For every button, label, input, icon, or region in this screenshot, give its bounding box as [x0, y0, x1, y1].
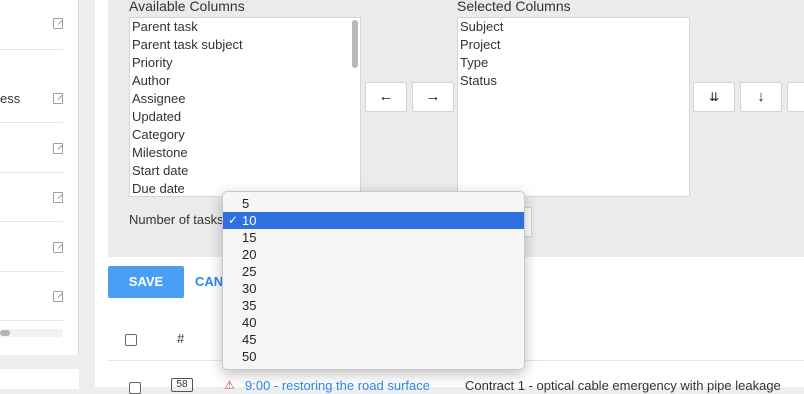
dropdown-option[interactable]: 45 [223, 331, 524, 348]
left-row [0, 123, 63, 173]
move-right-button[interactable]: → [412, 82, 454, 112]
more-order-button[interactable] [787, 82, 804, 112]
dropdown-option[interactable]: 30 [223, 280, 524, 297]
dropdown-option-label: 45 [242, 332, 257, 347]
column-option[interactable]: Start date [130, 162, 360, 180]
column-option[interactable]: Assignee [130, 90, 360, 108]
left-row-label: ess [0, 91, 21, 106]
warning-icon: ⚠ [224, 378, 235, 392]
column-option[interactable]: Parent task [130, 18, 360, 36]
dropdown-option[interactable]: 5 [223, 195, 524, 212]
dropdown-option-label: 40 [242, 315, 257, 330]
save-button[interactable]: SAVE [108, 266, 184, 298]
edit-icon[interactable] [53, 18, 63, 29]
select-all-checkbox[interactable] [125, 334, 137, 346]
row-checkbox[interactable] [129, 382, 141, 394]
column-option[interactable]: Project [458, 36, 689, 54]
dropdown-option[interactable]: 35 [223, 297, 524, 314]
row-number-badge: 58 [171, 378, 193, 392]
dropdown-option[interactable]: 50 [223, 348, 524, 365]
left-lower-card [0, 369, 79, 389]
dropdown-option-label: 50 [242, 349, 257, 364]
task-description: Contract 1 - optical cable emergency wit… [465, 378, 781, 393]
column-option[interactable]: Status [458, 72, 689, 90]
dropdown-option[interactable]: 20 [223, 246, 524, 263]
number-of-tasks-label: Number of tasks [129, 212, 224, 227]
move-down-button[interactable]: ↓ [740, 82, 782, 112]
move-to-bottom-button[interactable]: ⇊ [693, 82, 735, 112]
dropdown-option-label: 25 [242, 264, 257, 279]
move-left-button[interactable]: ← [365, 82, 407, 112]
list-scrollbar[interactable] [352, 20, 358, 68]
dropdown-option-label: 35 [242, 298, 257, 313]
column-option[interactable]: Type [458, 54, 689, 72]
left-sidebar-card: ess [0, 0, 79, 355]
edit-icon[interactable] [53, 192, 63, 203]
number-of-tasks-dropdown[interactable]: 5 ✓ 10 15 20 25 30 35 40 45 50 [222, 191, 525, 370]
dropdown-option-label: 10 [242, 213, 257, 228]
selected-columns-list[interactable]: Subject Project Type Status [457, 17, 690, 197]
dropdown-option-label: 15 [242, 230, 257, 245]
left-row [0, 222, 63, 272]
left-row [0, 172, 63, 222]
column-option[interactable]: Priority [130, 54, 360, 72]
column-option[interactable]: Category [130, 126, 360, 144]
dropdown-option-label: 30 [242, 281, 257, 296]
edit-icon[interactable] [53, 93, 63, 104]
dropdown-option[interactable]: 15 [223, 229, 524, 246]
dropdown-option[interactable]: 40 [223, 314, 524, 331]
column-option[interactable]: Author [130, 72, 360, 90]
dropdown-option[interactable]: 25 [223, 263, 524, 280]
edit-icon[interactable] [53, 291, 63, 302]
dropdown-option-label: 5 [242, 196, 250, 211]
dropdown-option[interactable]: ✓ 10 [223, 212, 524, 229]
available-columns-list[interactable]: Parent task Parent task subject Priority Au… [129, 17, 361, 197]
column-option[interactable]: Milestone [130, 144, 360, 162]
horizontal-scrollbar[interactable] [0, 329, 63, 337]
checkmark-icon: ✓ [228, 213, 239, 227]
available-columns-label: Available Columns [129, 0, 245, 14]
left-row [0, 271, 63, 321]
task-link[interactable]: 9:00 - restoring the road surface [245, 378, 430, 393]
column-option[interactable]: Updated [130, 108, 360, 126]
dropdown-option-label: 20 [242, 247, 257, 262]
column-option[interactable]: Parent task subject [130, 36, 360, 54]
edit-icon[interactable] [53, 143, 63, 154]
column-option[interactable]: Subject [458, 18, 689, 36]
number-column-header: # [177, 331, 185, 346]
selected-columns-label: Selected Columns [457, 0, 571, 14]
left-row [0, 0, 63, 50]
edit-icon[interactable] [53, 242, 63, 253]
